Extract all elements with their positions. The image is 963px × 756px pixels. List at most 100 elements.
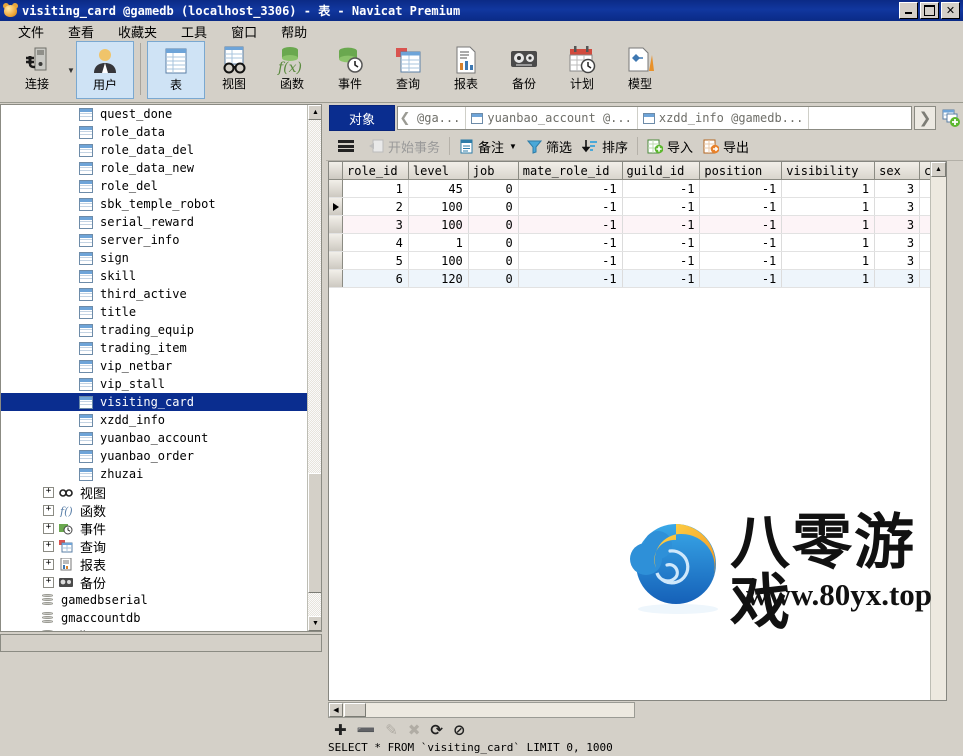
row-marker[interactable] xyxy=(329,252,343,269)
grid-cell-mate_role_id[interactable]: -1 xyxy=(519,270,623,287)
grid-column-job[interactable]: job xyxy=(468,162,519,179)
grid-horizontal-scrollbar[interactable]: ◀ xyxy=(328,702,635,718)
tree-table-serial_reward[interactable]: serial_reward xyxy=(1,213,307,231)
tree-scroll-down-button[interactable]: ▼ xyxy=(308,616,321,631)
tree-table-yuanbao_order[interactable]: yuanbao_order xyxy=(1,447,307,465)
tree-table-role_data_del[interactable]: role_data_del xyxy=(1,141,307,159)
editor-tab-strip[interactable]: ❮ @ga... yuanbao_account @... xzdd_info … xyxy=(397,106,912,130)
tree-table-zhuzai[interactable]: zhuzai xyxy=(1,465,307,483)
tree-vertical-scrollbar[interactable]: ▲ ▼ xyxy=(307,105,321,631)
tree-database-gmaccountdb[interactable]: gmaccountdb xyxy=(1,609,307,627)
table-row[interactable]: 5 100 0 -1 -1 -1 1 3 xyxy=(329,252,946,270)
grid-cell-position[interactable]: -1 xyxy=(700,270,783,287)
toolbar-button-view[interactable]: 视图 xyxy=(205,41,263,99)
tree-group-查询[interactable]: + 查询 xyxy=(1,537,307,555)
grid-cell-role_id[interactable]: 5 xyxy=(343,252,409,269)
grid-column-role_id[interactable]: role_id xyxy=(343,162,409,179)
grid-cell-job[interactable]: 0 xyxy=(469,198,519,215)
table-row[interactable]: 3 100 0 -1 -1 -1 1 3 xyxy=(329,216,946,234)
minimize-button[interactable] xyxy=(899,2,918,19)
grid-cell-sex[interactable]: 3 xyxy=(875,234,921,251)
tree-table-xzdd_info[interactable]: xzdd_info xyxy=(1,411,307,429)
tree-group-函数[interactable]: + f() 函数 xyxy=(1,501,307,519)
grid-cell-guild_id[interactable]: -1 xyxy=(623,234,701,251)
grid-cell-level[interactable]: 1 xyxy=(409,234,469,251)
grid-cell-job[interactable]: 0 xyxy=(469,234,519,251)
grid-scroll-up-button[interactable]: ▲ xyxy=(931,162,946,177)
row-marker[interactable] xyxy=(329,180,343,197)
grid-cell-guild_id[interactable]: -1 xyxy=(623,270,701,287)
tree-table-trading_equip[interactable]: trading_equip xyxy=(1,321,307,339)
grid-column-guild_id[interactable]: guild_id xyxy=(622,162,701,179)
grid-cell-level[interactable]: 100 xyxy=(409,216,469,233)
grid-body[interactable]: 1 45 0 -1 -1 -1 1 3 2 100 0 -1 -1 -1 1 3 3 100 0 -1 -1 -1 1 3 4 1… xyxy=(329,180,946,288)
row-marker[interactable] xyxy=(329,270,343,287)
toolbar-button-connection[interactable]: 连接 xyxy=(8,41,66,99)
toolbar-button-event[interactable]: 事件 xyxy=(321,41,379,99)
tree-table-role_data[interactable]: role_data xyxy=(1,123,307,141)
tree-database-gamedbserial[interactable]: gamedbserial xyxy=(1,591,307,609)
grid-cell-visibility[interactable]: 1 xyxy=(782,234,876,251)
table-row[interactable]: 2 100 0 -1 -1 -1 1 3 xyxy=(329,198,946,216)
grid-column-position[interactable]: position xyxy=(700,162,783,179)
delete-record-button[interactable]: ✖ xyxy=(408,723,421,738)
grid-cell-role_id[interactable]: 1 xyxy=(343,180,409,197)
grid-column-visibility[interactable]: visibility xyxy=(782,162,876,179)
grid-cell-role_id[interactable]: 6 xyxy=(343,270,409,287)
tree-group-事件[interactable]: + 事件 xyxy=(1,519,307,537)
grid-cell-role_id[interactable]: 2 xyxy=(343,198,409,215)
refresh-button[interactable]: ⟳ xyxy=(430,723,443,738)
tree-table-role_del[interactable]: role_del xyxy=(1,177,307,195)
menu-tools[interactable]: 工具 xyxy=(169,20,219,43)
grid-cell-level[interactable]: 45 xyxy=(409,180,469,197)
toolbar-button-report[interactable]: 报表 xyxy=(437,41,495,99)
connection-dropdown-arrow[interactable]: ▼ xyxy=(66,41,76,99)
export-button[interactable]: 导出 xyxy=(698,134,754,158)
tab-scroll-right-button[interactable]: ❯ xyxy=(914,106,936,130)
tab-xzdd-info[interactable]: xzdd_info @gamedb... xyxy=(638,107,810,129)
grid-cell-sex[interactable]: 3 xyxy=(875,180,921,197)
toolbar-button-model[interactable]: 模型 xyxy=(611,41,669,99)
toolbar-button-table[interactable]: 表 xyxy=(147,41,205,99)
row-marker[interactable] xyxy=(329,216,343,233)
stop-button[interactable]: ⊘ xyxy=(453,723,466,738)
toolbar-button-query[interactable]: 查询 xyxy=(379,41,437,99)
grid-column-mate_role_id[interactable]: mate_role_id xyxy=(518,162,623,179)
tree-table-sbk_temple_robot[interactable]: sbk_temple_robot xyxy=(1,195,307,213)
close-button[interactable]: ✕ xyxy=(941,2,960,19)
grid-cell-mate_role_id[interactable]: -1 xyxy=(519,180,623,197)
grid-cell-guild_id[interactable]: -1 xyxy=(623,198,701,215)
tree-table-visiting_card[interactable]: visiting_card xyxy=(1,393,307,411)
table-row[interactable]: 4 1 0 -1 -1 -1 1 3 xyxy=(329,234,946,252)
grid-cell-level[interactable]: 100 xyxy=(409,198,469,215)
maximize-button[interactable] xyxy=(920,2,939,19)
row-marker[interactable] xyxy=(329,198,343,215)
tree-table-vip_stall[interactable]: vip_stall xyxy=(1,375,307,393)
grid-cell-visibility[interactable]: 1 xyxy=(782,270,876,287)
tree-group-视图[interactable]: + 视图 xyxy=(1,483,307,501)
new-object-icon[interactable] xyxy=(939,106,963,130)
add-record-button[interactable]: ✚ xyxy=(334,723,347,738)
tree-table-sign[interactable]: sign xyxy=(1,249,307,267)
grid-cell-visibility[interactable]: 1 xyxy=(782,180,876,197)
row-marker[interactable] xyxy=(329,234,343,251)
grid-cell-role_id[interactable]: 4 xyxy=(343,234,409,251)
grid-cell-visibility[interactable]: 1 xyxy=(782,198,876,215)
tree-table-skill[interactable]: skill xyxy=(1,267,307,285)
menu-view[interactable]: 查看 xyxy=(56,20,106,43)
grid-cell-job[interactable]: 0 xyxy=(469,252,519,269)
remove-record-button[interactable]: ➖ xyxy=(357,723,376,738)
tree-group-备份[interactable]: + 备份 xyxy=(1,573,307,591)
tree-table-trading_item[interactable]: trading_item xyxy=(1,339,307,357)
tree-table-server_info[interactable]: server_info xyxy=(1,231,307,249)
data-grid[interactable]: role_id level job mate_role_id guild_id posit… xyxy=(328,161,947,701)
grid-hscroll-thumb[interactable] xyxy=(344,703,366,717)
tree-scroll-up-button[interactable]: ▲ xyxy=(308,105,321,120)
tree-table-vip_netbar[interactable]: vip_netbar xyxy=(1,357,307,375)
grid-cell-role_id[interactable]: 3 xyxy=(343,216,409,233)
toolbar-button-backup[interactable]: 备份 xyxy=(495,41,553,99)
tree-table-yuanbao_account[interactable]: yuanbao_account xyxy=(1,429,307,447)
grid-cell-position[interactable]: -1 xyxy=(700,180,783,197)
grid-scroll-left-button[interactable]: ◀ xyxy=(329,703,343,717)
grid-cell-guild_id[interactable]: -1 xyxy=(623,252,701,269)
